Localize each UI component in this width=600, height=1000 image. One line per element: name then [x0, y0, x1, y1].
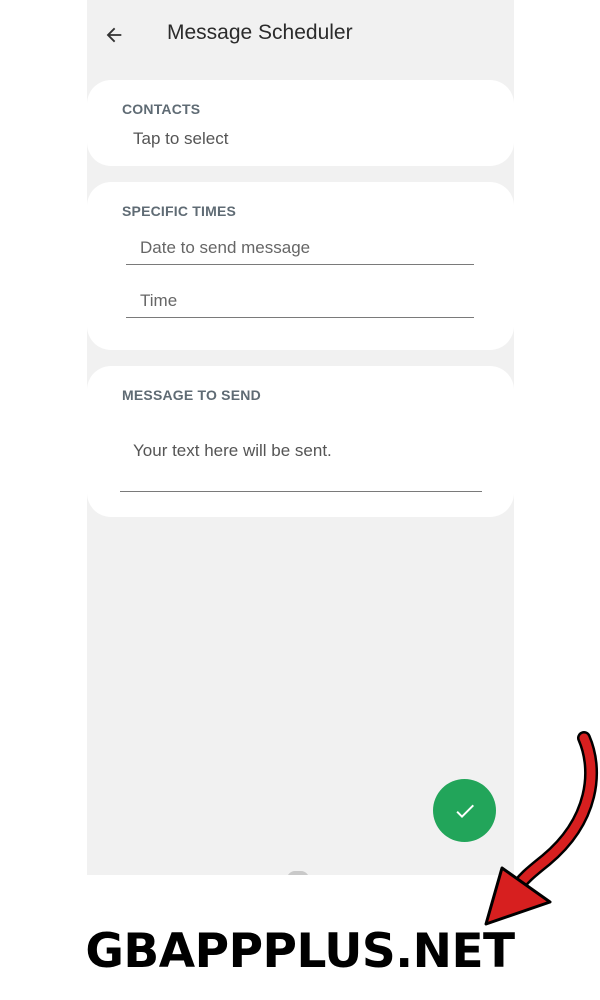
red-arrow-icon	[484, 731, 599, 926]
message-input[interactable]: Your text here will be sent.	[120, 421, 482, 492]
time-field[interactable]: Time	[126, 287, 474, 318]
time-field-placeholder: Time	[140, 291, 178, 310]
check-icon	[455, 804, 474, 818]
message-input-placeholder: Your text here will be sent.	[133, 441, 332, 460]
date-field[interactable]: Date to send message	[126, 234, 474, 265]
contacts-header: CONTACTS	[122, 101, 201, 117]
message-header: MESSAGE TO SEND	[122, 387, 261, 403]
date-field-placeholder: Date to send message	[140, 238, 311, 257]
back-button[interactable]	[99, 20, 129, 50]
contacts-card[interactable]: CONTACTS Tap to select	[87, 80, 514, 166]
nav-handle	[287, 871, 309, 875]
watermark-text: GBAPPPLUS.NET	[85, 924, 515, 979]
phone-screen: Message Scheduler CONTACTS Tap to select…	[87, 0, 514, 875]
arrow-left-icon	[106, 27, 122, 43]
specific-times-header: SPECIFIC TIMES	[122, 203, 237, 219]
contacts-select-text[interactable]: Tap to select	[133, 129, 228, 149]
message-card: MESSAGE TO SEND Your text here will be s…	[87, 366, 514, 517]
app-bar: Message Scheduler	[87, 0, 514, 70]
page-title: Message Scheduler	[167, 21, 353, 44]
specific-times-card: SPECIFIC TIMES Date to send message Time	[87, 182, 514, 350]
